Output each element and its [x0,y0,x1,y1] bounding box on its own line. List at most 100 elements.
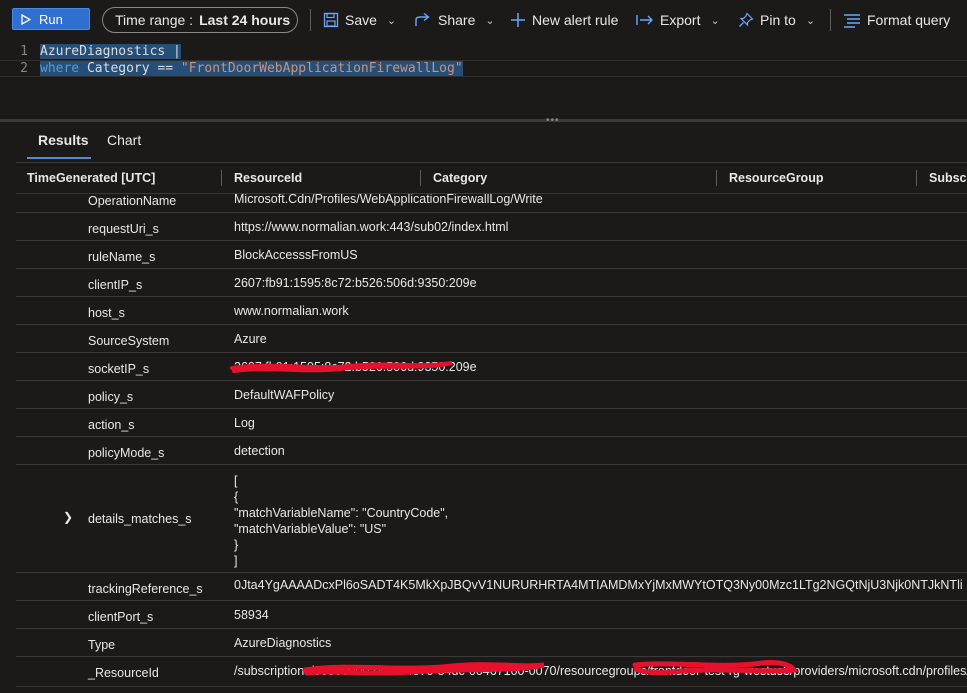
editor-line[interactable]: 1 AzureDiagnostics | [0,43,967,60]
detail-row: policyMode_s detection [16,437,967,465]
share-label: Share [438,12,476,28]
detail-row: action_s Log [16,409,967,437]
export-icon [636,15,653,25]
detail-row: ruleName_s BlockAccesssFromUS [16,241,967,269]
field-name: Type [88,638,116,652]
field-value[interactable]: www.normalian.work [234,304,349,318]
field-value[interactable]: AzureDiagnostics [234,636,331,650]
field-name: clientIP_s [88,278,143,292]
new-alert-rule-label: New alert rule [532,12,619,28]
run-button[interactable]: Run [12,8,90,30]
results-tabs: Results Chart [0,124,967,160]
time-range-label: Time range : [115,12,194,28]
splitter-grip-icon[interactable]: ••• [546,116,560,126]
time-range-value: Last 24 hours [199,12,291,28]
field-name: socketIP_s [88,362,150,376]
pin-icon [739,12,754,27]
field-name: details_matches_s [88,512,192,526]
chevron-down-icon: ⌄ [710,14,720,27]
field-value-json[interactable]: [ { "matchVariableName": "CountryCode", … [234,473,448,569]
code-string: "FrontDoorWebApplicationFirewallLog" [180,61,463,76]
column-header-category[interactable]: Category [433,163,487,193]
detail-row: requestUri_s https://www.normalian.work:… [16,213,967,241]
detail-row: SourceSystem Azure [16,325,967,353]
field-value[interactable]: 0Jta4YgAAAADcxPl6oSADT4K5MkXpJBQvV1NURUR… [234,578,963,592]
plus-icon [511,13,525,27]
field-value[interactable]: 2607:fb91:1595:8c72:b526:506d:9350:209e [234,360,477,374]
chevron-down-icon: ⌄ [485,14,495,27]
field-value[interactable]: 58934 [234,608,269,622]
field-name: requestUri_s [88,222,159,236]
detail-row: host_s www.normalian.work [16,297,967,325]
format-icon [844,14,860,28]
chevron-right-icon[interactable]: ❯ [63,510,73,524]
run-label: Run [39,11,63,27]
toolbar-divider [830,9,831,31]
field-value[interactable]: Microsoft.Cdn/Profiles/WebApplicationFir… [234,194,543,206]
code-keyword: where [40,61,80,76]
detail-row: trackingReference_s 0Jta4YgAAAADcxPl6oSA… [16,573,967,601]
detail-row: Type AzureDiagnostics [16,629,967,657]
column-header-resourcegroup[interactable]: ResourceGroup [729,163,823,193]
line-number: 1 [20,44,28,59]
tab-results[interactable]: Results [38,132,89,148]
json-line: } [234,538,239,552]
json-line: "matchVariableValue": "US" [234,522,387,536]
time-range-picker[interactable]: Time range : Last 24 hours [102,7,298,33]
detail-row: policy_s DefaultWAFPolicy [16,381,967,409]
save-icon [323,12,339,28]
json-line: "matchVariableName": "CountryCode", [234,506,449,520]
field-name: policy_s [88,390,134,404]
save-button[interactable]: Save ⌄ [323,0,396,40]
format-query-button[interactable]: Format query [843,0,950,40]
editor-line[interactable]: 2 where Category == "FrontDoorWebApplica… [0,60,967,77]
tab-chart[interactable]: Chart [107,132,141,148]
field-name: policyMode_s [88,446,165,460]
record-detail-list: OperationName Microsoft.Cdn/Profiles/Web… [16,194,967,693]
chevron-down-icon: ⌄ [386,14,397,27]
format-query-label: Format query [867,12,951,28]
column-divider[interactable] [716,170,717,186]
field-value[interactable]: BlockAccesssFromUS [234,248,358,262]
field-value[interactable]: Log [234,416,255,430]
pin-to-button[interactable]: Pin to ⌄ [738,0,815,40]
field-name: SourceSystem [88,334,170,348]
field-name: action_s [88,418,135,432]
code-text: AzureDiagnostics | [40,44,181,59]
column-divider[interactable] [420,170,421,186]
column-header-timegenerated[interactable]: TimeGenerated [UTC] [27,163,155,193]
field-name: OperationName [88,194,177,208]
json-line: { [234,490,239,504]
detail-row: socketIP_s 2607:fb91:1595:8c72:b526:506d… [16,353,967,381]
chevron-down-icon: ⌄ [805,14,816,27]
field-value[interactable]: Azure [234,332,267,346]
new-alert-rule-button[interactable]: New alert rule [510,0,618,40]
line-number: 2 [20,61,28,76]
pane-splitter[interactable] [0,119,967,122]
column-divider[interactable] [916,170,917,186]
detail-row: clientPort_s 58934 [16,601,967,629]
export-label: Export [660,12,701,28]
field-value[interactable]: 2607:fb91:1595:8c72:b526:506d:9350:209e [234,276,477,290]
active-tab-indicator [27,157,91,159]
column-header-subscription[interactable]: Subscri [929,163,967,193]
toolbar-divider [310,9,311,31]
column-header-resourceid[interactable]: ResourceId [234,163,302,193]
query-editor[interactable]: 1 AzureDiagnostics | 2 where Category ==… [0,40,967,120]
detail-row-expandable: ❯ details_matches_s [ { "matchVariableNa… [16,465,967,573]
field-value[interactable]: /subscriptions/00000000-0000-4870-84dc-0… [234,664,967,678]
results-grid-header: TimeGenerated [UTC] ResourceId Category … [16,162,967,194]
json-line: ] [234,554,238,568]
share-button[interactable]: Share ⌄ [414,0,495,40]
field-value[interactable]: https://www.normalian.work:443/sub02/ind… [234,220,508,234]
export-button[interactable]: Export ⌄ [636,0,720,40]
code-text: Category == [79,61,181,76]
play-icon [21,13,31,25]
save-label: Save [345,12,377,28]
field-name: _ResourceId [88,666,159,680]
field-value[interactable]: detection [234,444,285,458]
detail-row: _ResourceId /subscriptions/00000000-0000… [16,657,967,687]
column-divider[interactable] [221,170,222,186]
query-toolbar: Run Time range : Last 24 hours Save ⌄ Sh… [0,0,967,40]
field-value[interactable]: DefaultWAFPolicy [234,388,334,402]
